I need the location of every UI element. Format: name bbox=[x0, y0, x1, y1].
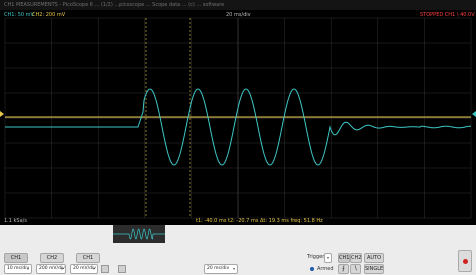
zoom-select[interactable]: 20 ms/div ▾ bbox=[204, 264, 238, 274]
trigger-ch2-button[interactable]: CH2 bbox=[350, 253, 362, 263]
ch1-offset-marker[interactable] bbox=[0, 111, 4, 117]
armed-indicator bbox=[310, 267, 314, 271]
zoom-value: 20 ms/div bbox=[207, 266, 230, 271]
falling-edge-icon[interactable]: ∖ bbox=[350, 264, 361, 274]
trigger-ch1-button[interactable]: CH1 bbox=[338, 253, 350, 263]
ch2-scale-select[interactable]: 20 mV/div ▾ bbox=[70, 264, 98, 274]
trigger-source-select[interactable]: ▾ bbox=[324, 253, 332, 263]
chevron-down-icon: ▾ bbox=[92, 266, 95, 271]
chevron-down-icon: ▾ bbox=[232, 266, 235, 271]
waveform-overview[interactable] bbox=[113, 225, 165, 243]
rising-edge-icon[interactable]: ⨍ bbox=[338, 264, 349, 274]
timebase-select[interactable]: 10 ms/div ▾ bbox=[4, 264, 32, 274]
ch1-scale-readout: CH1: 50 mV bbox=[4, 12, 34, 18]
waveform-graticule bbox=[0, 17, 476, 219]
control-panel: CH1 CH2 CH1 10 ms/div ▾ 200 mV/div ▾ 20 … bbox=[0, 225, 476, 275]
ch1-scale-select[interactable]: 200 mV/div ▾ bbox=[36, 264, 66, 274]
status-readout: STOPPED CH1 \ 40.0V bbox=[420, 12, 475, 18]
chevron-down-icon: ▾ bbox=[26, 266, 29, 271]
run-button[interactable] bbox=[458, 250, 472, 272]
oscilloscope-display[interactable]: CH1: 50 mV CH2: 200 mV 20 ms/div STOPPED… bbox=[0, 10, 476, 225]
timebase-value: 10 ms/div bbox=[7, 266, 30, 271]
single-button[interactable]: SINGLE bbox=[364, 264, 384, 274]
cursor-measurements: t1: -40.0 ms t2: -20.7 ms Δt: 19.3 ms fr… bbox=[196, 218, 323, 224]
ch2-button[interactable]: CH2 bbox=[40, 253, 64, 263]
settings-icon[interactable] bbox=[101, 265, 109, 273]
timebase-readout: 20 ms/div bbox=[226, 12, 251, 18]
ch2-scale-readout: CH2: 200 mV bbox=[32, 12, 66, 18]
save-icon[interactable] bbox=[118, 265, 126, 273]
ch1-alt-button[interactable]: CH1 bbox=[76, 253, 100, 263]
grid bbox=[4, 17, 472, 219]
armed-label: Armed bbox=[317, 266, 334, 272]
run-icon bbox=[463, 259, 468, 264]
trigger-marker[interactable] bbox=[472, 111, 476, 117]
chevron-down-icon: ▾ bbox=[326, 255, 329, 260]
sample-rate-readout: 1.1 kSa/s bbox=[4, 218, 27, 224]
window-title: CH1 MEASUREMENTS - PicoScope 6 ... (1/2)… bbox=[0, 0, 476, 10]
chevron-down-icon: ▾ bbox=[60, 266, 63, 271]
auto-button[interactable]: AUTO bbox=[364, 253, 384, 263]
ch1-button[interactable]: CH1 bbox=[4, 253, 28, 263]
trigger-label: Trigger bbox=[307, 254, 325, 260]
